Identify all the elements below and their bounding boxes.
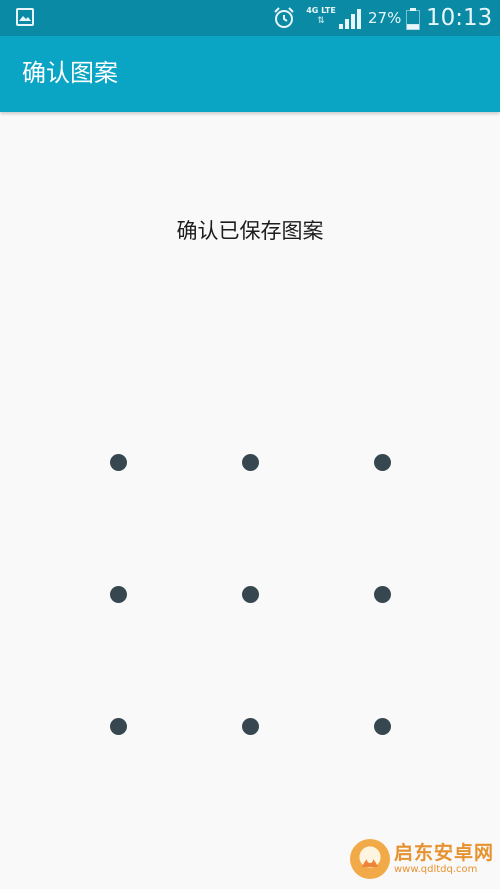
pattern-dot-4[interactable] — [52, 528, 184, 660]
pattern-dot-2[interactable] — [184, 396, 316, 528]
pattern-prompt: 确认已保存图案 — [176, 219, 324, 243]
battery-percent: 27% — [368, 9, 402, 27]
clock-time: 10:13 — [426, 5, 493, 31]
site-watermark: 启东安卓网 www.qdltdq.com — [349, 835, 494, 883]
pattern-lock-grid[interactable] — [52, 396, 448, 792]
watermark-logo-icon — [349, 839, 390, 879]
watermark-name: 启东安卓网 — [393, 842, 494, 865]
data-activity-icon: ⇅ — [317, 16, 325, 26]
network-type-indicator: 4G LTE ⇅ — [306, 6, 336, 30]
pattern-dot-9[interactable] — [316, 660, 448, 792]
pattern-dot-6[interactable] — [316, 528, 448, 660]
pattern-dot-8[interactable] — [184, 660, 316, 792]
alarm-clock-icon — [274, 7, 294, 28]
pattern-dot-1[interactable] — [52, 396, 184, 528]
battery-icon — [406, 8, 420, 30]
status-bar: 4G LTE ⇅ 27% 10:13 — [0, 0, 500, 36]
pattern-dot-3[interactable] — [316, 396, 448, 528]
pattern-dot-5[interactable] — [184, 528, 316, 660]
app-bar: 确认图案 — [0, 36, 500, 112]
network-type-label: 4G LTE — [306, 6, 336, 15]
signal-strength-icon — [339, 9, 361, 29]
watermark-url: www.qdltdq.com — [393, 863, 478, 875]
page-title: 确认图案 — [22, 59, 118, 87]
gallery-notification-icon — [16, 8, 34, 26]
pattern-dot-7[interactable] — [52, 660, 184, 792]
